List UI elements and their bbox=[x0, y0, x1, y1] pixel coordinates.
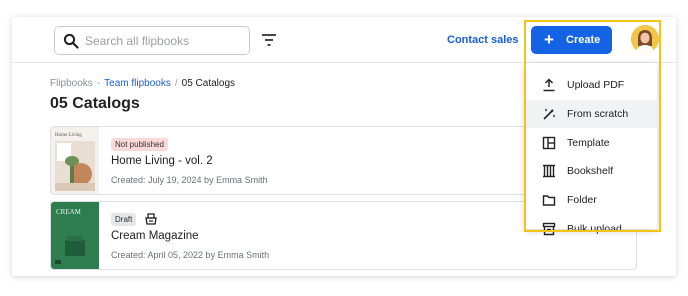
menu-item-label: Bulk upload bbox=[567, 223, 622, 235]
menu-item-label: Template bbox=[567, 137, 610, 149]
menu-item-folder[interactable]: Folder bbox=[525, 186, 657, 214]
breadcrumb-team-flipbooks[interactable]: Team flipbooks bbox=[104, 78, 171, 89]
search-input[interactable] bbox=[85, 32, 243, 50]
cover-image: Home Living bbox=[51, 127, 99, 194]
breadcrumb: Flipbooks - Team flipbooks/05 Catalogs bbox=[50, 78, 235, 89]
page-title: 05 Catalogs bbox=[50, 95, 140, 112]
upload-icon bbox=[543, 78, 555, 92]
flipbook-cover[interactable]: Home Living bbox=[51, 127, 99, 194]
breadcrumb-separator: - bbox=[96, 78, 101, 89]
filter-icon[interactable] bbox=[260, 31, 278, 49]
folder-icon bbox=[542, 195, 556, 206]
cover-title: Home Living bbox=[55, 133, 82, 138]
flipbook-meta: Created: April 05, 2022 by Emma Smith bbox=[111, 250, 270, 260]
flipbook-name[interactable]: Cream Magazine bbox=[111, 230, 199, 242]
contact-sales-link[interactable]: Contact sales bbox=[447, 34, 519, 46]
menu-item-label: Upload PDF bbox=[567, 79, 625, 91]
search-box[interactable] bbox=[54, 26, 250, 55]
create-button-label: Create bbox=[566, 34, 601, 46]
breadcrumb-current: 05 Catalogs bbox=[181, 78, 236, 89]
plus-icon: + bbox=[544, 30, 554, 49]
menu-item-label: Bookshelf bbox=[567, 165, 614, 177]
avatar[interactable] bbox=[631, 25, 659, 53]
search-icon bbox=[63, 33, 79, 49]
cover-title: CREAM bbox=[56, 208, 82, 216]
bookshelf-icon bbox=[543, 164, 555, 178]
create-menu: Upload PDF From scratch Template Bookshe… bbox=[525, 63, 657, 229]
breadcrumb-flipbooks[interactable]: Flipbooks bbox=[50, 78, 93, 89]
flipbook-name[interactable]: Home Living - vol. 2 bbox=[111, 155, 213, 167]
app-window: Contact sales + Create Flipbooks-Team fl… bbox=[12, 17, 676, 276]
menu-item-label: Folder bbox=[567, 194, 597, 206]
menu-item-bookshelf[interactable]: Bookshelf bbox=[525, 157, 657, 185]
menu-item-from-scratch[interactable]: From scratch bbox=[525, 100, 657, 128]
menu-item-bulk-upload[interactable]: Bulk upload bbox=[525, 215, 657, 243]
archive-icon bbox=[542, 222, 556, 236]
menu-item-label: From scratch bbox=[567, 108, 629, 120]
flipbook-meta: Created: July 19, 2024 by Emma Smith bbox=[111, 175, 268, 185]
create-menu-last: Bulk upload bbox=[525, 215, 657, 243]
menu-item-template[interactable]: Template bbox=[525, 129, 657, 157]
top-bar: Contact sales + Create bbox=[12, 17, 676, 63]
create-button[interactable]: + Create bbox=[531, 26, 612, 54]
status-badge: Draft bbox=[111, 213, 137, 226]
breadcrumb-separator: / bbox=[174, 78, 178, 89]
template-icon bbox=[542, 136, 556, 150]
magic-wand-icon bbox=[543, 108, 555, 120]
avatar-image bbox=[631, 25, 659, 53]
menu-item-upload-pdf[interactable]: Upload PDF bbox=[525, 71, 657, 99]
flipbook-cover[interactable]: CREAM bbox=[51, 202, 99, 269]
bookshelf-stack-icon bbox=[145, 213, 157, 225]
status-badge: Not published bbox=[111, 138, 168, 151]
cover-image: CREAM bbox=[51, 202, 99, 269]
